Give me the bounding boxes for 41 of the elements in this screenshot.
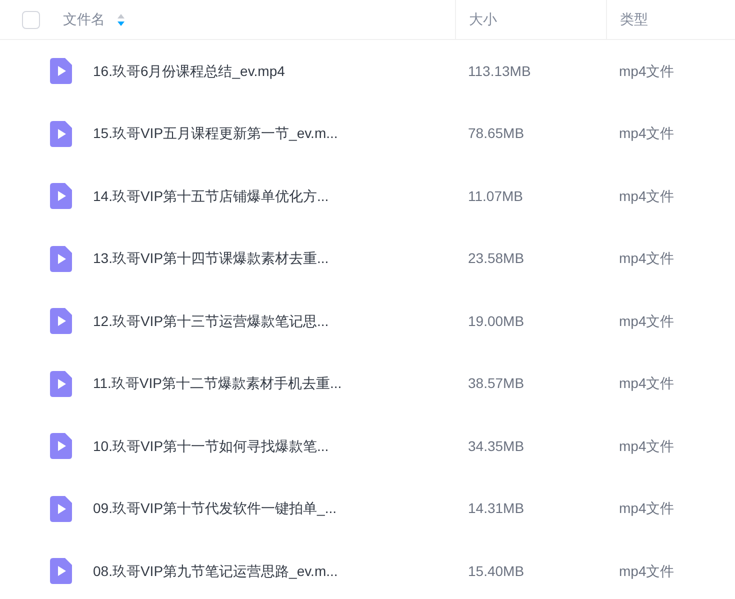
file-size: 78.65MB bbox=[468, 125, 524, 142]
file-name[interactable]: 08.玖哥VIP第九节笔记运营思路_ev.m... bbox=[93, 562, 338, 579]
file-name[interactable]: 12.玖哥VIP第十三节运营爆款笔记思... bbox=[93, 312, 329, 329]
file-type: mp4文件 bbox=[619, 500, 674, 516]
file-type: mp4文件 bbox=[619, 312, 674, 329]
video-file-icon bbox=[50, 58, 72, 84]
file-size: 11.07MB bbox=[468, 188, 523, 204]
file-name[interactable]: 14.玖哥VIP第十五节店铺爆单优化方... bbox=[93, 188, 329, 204]
file-size: 113.13MB bbox=[468, 62, 531, 79]
file-size: 23.58MB bbox=[468, 250, 524, 266]
file-type: mp4文件 bbox=[619, 188, 674, 204]
file-name[interactable]: 15.玖哥VIP五月课程更新第一节_ev.m... bbox=[93, 125, 338, 142]
file-type: mp4文件 bbox=[619, 438, 674, 454]
file-type: mp4文件 bbox=[619, 250, 674, 266]
file-size: 14.31MB bbox=[468, 500, 524, 516]
video-file-icon bbox=[50, 496, 72, 522]
column-header[interactable]: 文件名 bbox=[63, 9, 105, 30]
video-file-icon bbox=[50, 433, 72, 460]
column-header[interactable]: 类型 bbox=[620, 9, 648, 30]
video-file-icon bbox=[50, 183, 72, 210]
sort-icon[interactable] bbox=[117, 12, 125, 26]
file-size: 15.40MB bbox=[468, 562, 524, 579]
file-size: 38.57MB bbox=[468, 375, 524, 392]
video-file-icon bbox=[50, 558, 72, 584]
file-size: 19.00MB bbox=[468, 312, 524, 329]
file-type: mp4文件 bbox=[619, 62, 674, 79]
column-header[interactable]: 大小 bbox=[469, 9, 497, 30]
file-type: mp4文件 bbox=[619, 125, 674, 142]
file-type: mp4文件 bbox=[619, 562, 674, 579]
file-name[interactable]: 09.玖哥VIP第十节代发软件一键拍单_... bbox=[93, 500, 336, 516]
file-size: 34.35MB bbox=[468, 438, 524, 454]
file-type: mp4文件 bbox=[619, 375, 674, 392]
file-name[interactable]: 11.玖哥VIP第十二节爆款素材手机去重... bbox=[93, 375, 342, 392]
video-file-icon bbox=[50, 370, 72, 397]
select-all-checkbox[interactable] bbox=[22, 10, 40, 28]
video-file-icon bbox=[50, 120, 72, 147]
file-name[interactable]: 16.玖哥6月份课程总结_ev.mp4 bbox=[93, 62, 285, 79]
file-name[interactable]: 13.玖哥VIP第十四节课爆款素材去重... bbox=[93, 250, 329, 266]
file-name[interactable]: 10.玖哥VIP第十一节如何寻找爆款笔... bbox=[93, 438, 329, 454]
video-file-icon bbox=[50, 308, 72, 334]
video-file-icon bbox=[50, 246, 72, 272]
